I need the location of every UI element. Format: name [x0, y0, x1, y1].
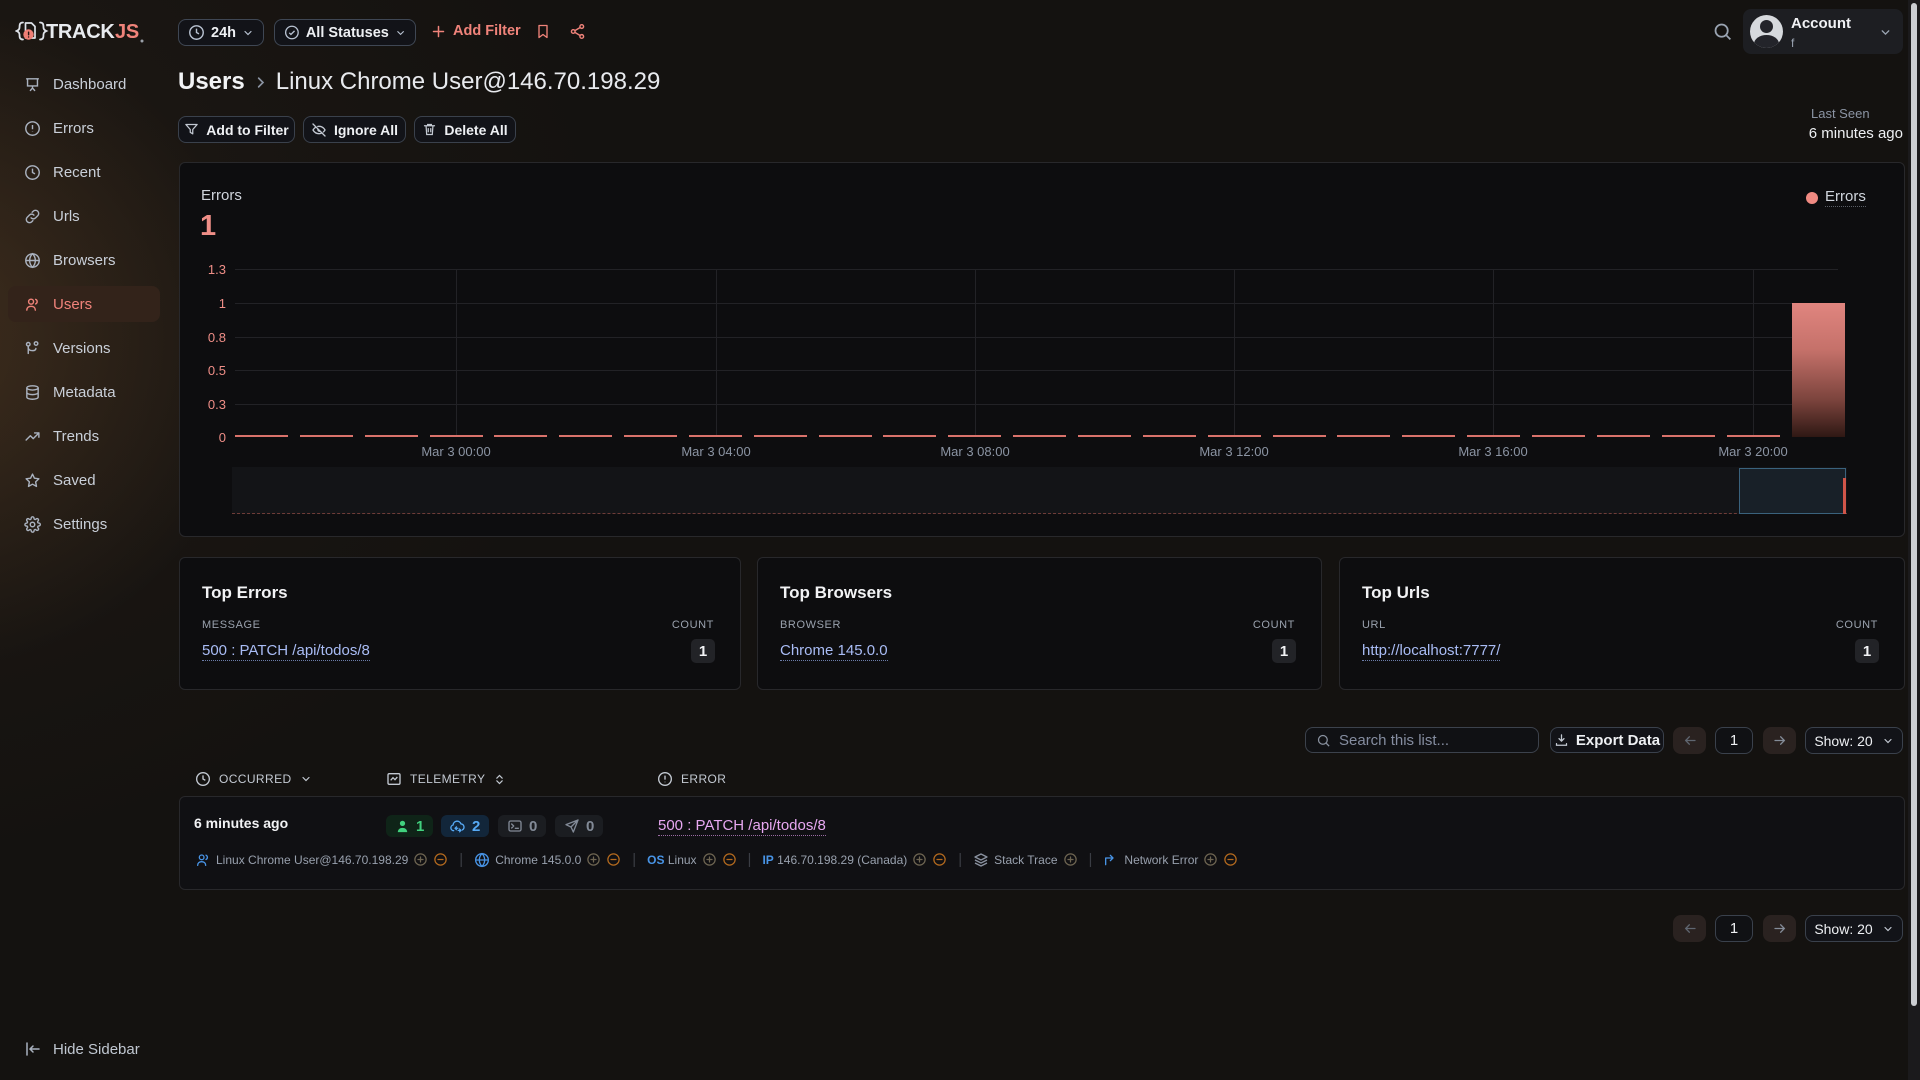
svg-text:JS: JS [115, 21, 139, 43]
svg-text:TRACK: TRACK [46, 21, 115, 43]
